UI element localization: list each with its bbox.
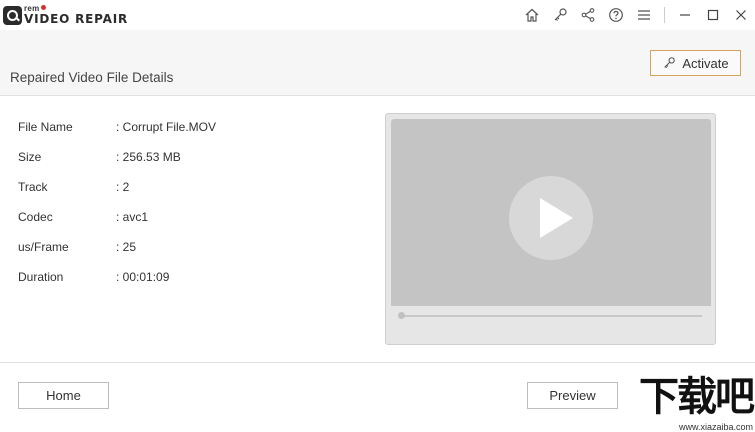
seek-handle[interactable] xyxy=(398,312,405,319)
detail-value: : 25 xyxy=(116,240,137,254)
video-screen[interactable] xyxy=(391,119,711,306)
detail-row-file-name: File Name : Corrupt File.MOV xyxy=(18,120,358,136)
detail-row-us-frame: us/Frame : 25 xyxy=(18,240,358,256)
menu-icon[interactable] xyxy=(630,0,658,30)
activate-button[interactable]: Activate xyxy=(650,50,741,76)
detail-label: File Name xyxy=(18,120,73,134)
logo-brand: rem xyxy=(24,5,128,13)
share-icon[interactable] xyxy=(574,0,602,30)
page-title: Repaired Video File Details xyxy=(10,70,174,85)
detail-value: : Corrupt File.MOV xyxy=(116,120,217,134)
header-band: Repaired Video File Details Activate xyxy=(0,30,755,96)
title-bar: rem VIDEO REPAIR xyxy=(0,0,755,30)
watermark-url: www.xiazaiba.com xyxy=(678,422,753,432)
logo-product: VIDEO REPAIR xyxy=(24,12,129,26)
footer-divider xyxy=(0,362,755,363)
detail-value: : 00:01:09 xyxy=(116,270,170,284)
detail-row-codec: Codec : avc1 xyxy=(18,210,358,226)
titlebar-separator xyxy=(664,7,665,23)
detail-value: : 2 xyxy=(116,180,130,194)
watermark: 下载吧 www.xiazaiba.com xyxy=(620,374,755,432)
detail-value: : 256.53 MB xyxy=(116,150,181,164)
play-icon xyxy=(540,198,573,238)
detail-label: Codec xyxy=(18,210,53,224)
help-icon[interactable] xyxy=(602,0,630,30)
app-logo: rem VIDEO REPAIR xyxy=(3,4,128,26)
key-icon xyxy=(662,56,676,70)
maximize-icon[interactable] xyxy=(699,0,727,30)
key-icon[interactable] xyxy=(546,0,574,30)
detail-label: Track xyxy=(18,180,48,194)
home-icon[interactable] xyxy=(518,0,546,30)
preview-button[interactable]: Preview xyxy=(527,382,618,409)
play-button[interactable] xyxy=(509,176,593,260)
detail-label: us/Frame xyxy=(18,240,69,254)
video-player xyxy=(385,113,716,345)
detail-row-track: Track : 2 xyxy=(18,180,358,196)
titlebar-controls xyxy=(518,0,755,30)
minimize-icon[interactable] xyxy=(671,0,699,30)
detail-value: : avc1 xyxy=(116,210,149,224)
close-icon[interactable] xyxy=(727,0,755,30)
detail-row-duration: Duration : 00:01:09 xyxy=(18,270,358,286)
detail-row-size: Size : 256.53 MB xyxy=(18,150,358,166)
detail-label: Size xyxy=(18,150,42,164)
detail-label: Duration xyxy=(18,270,64,284)
activate-label: Activate xyxy=(682,55,729,71)
home-button[interactable]: Home xyxy=(18,382,109,409)
logo-icon xyxy=(3,5,22,25)
watermark-text: 下载吧 xyxy=(639,374,755,420)
seek-bar[interactable] xyxy=(402,315,702,317)
